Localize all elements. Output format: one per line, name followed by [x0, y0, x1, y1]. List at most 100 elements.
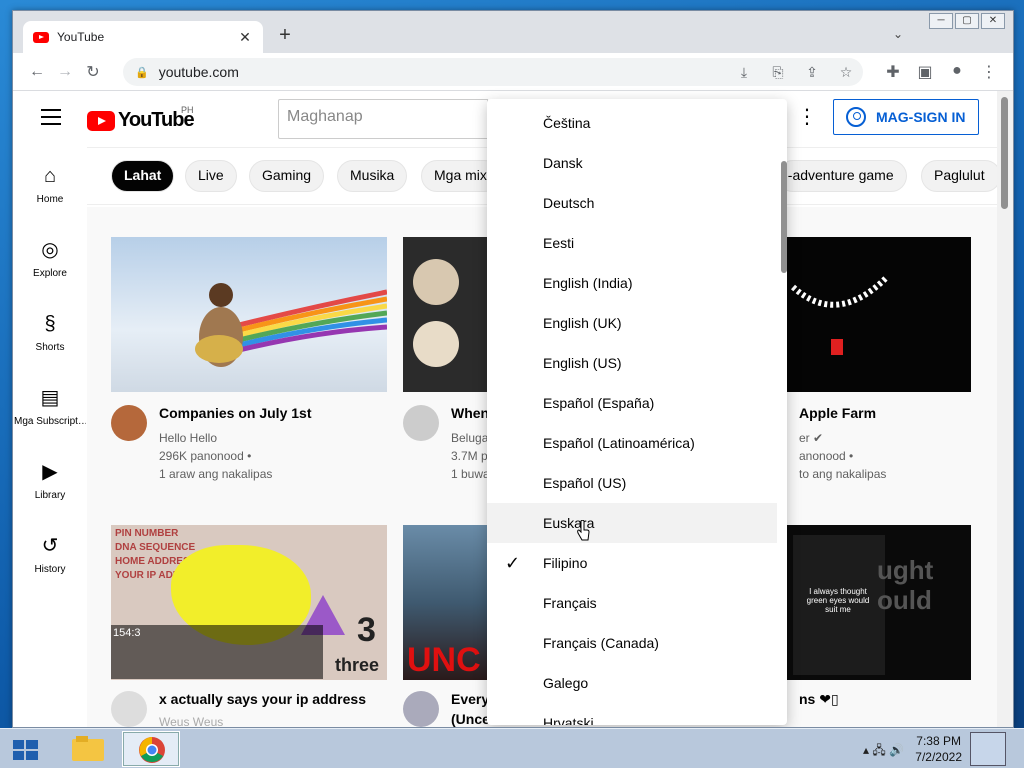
channel-avatar[interactable]	[403, 405, 439, 441]
windows-start-icon[interactable]	[12, 739, 40, 761]
video-title[interactable]: Companies on July 1st	[159, 405, 311, 421]
language-item-label: Filipino	[543, 555, 588, 571]
video-title[interactable]: ns ❤▯	[799, 691, 839, 708]
upload-age: 1 buwa	[451, 467, 490, 481]
sidebar-item-subscriptions[interactable]: ▤ Mga Subscript…	[13, 369, 87, 443]
user-avatar-icon[interactable]	[970, 732, 1006, 766]
chip-gaming[interactable]: Gaming	[249, 160, 325, 192]
channel-name[interactable]: Hello Hello	[159, 431, 217, 445]
language-item[interactable]: Español (Latinoamérica)	[487, 423, 777, 463]
language-item-selected[interactable]: ✓ Filipino	[487, 543, 777, 583]
language-item[interactable]: English (India)	[487, 263, 777, 303]
scrollbar-thumb[interactable]	[1001, 97, 1008, 209]
sidebar-label: Home	[36, 193, 64, 205]
language-item[interactable]: English (UK)	[487, 303, 777, 343]
language-item[interactable]: Français (Canada)	[487, 623, 777, 663]
taskbar-clock[interactable]: 7:38 PM 7/2/2022	[915, 733, 962, 765]
thumb-word: three	[335, 655, 380, 675]
language-item[interactable]: Español (España)	[487, 383, 777, 423]
chip-musika[interactable]: Musika	[337, 160, 408, 192]
language-item[interactable]: English (US)	[487, 343, 777, 383]
video-thumbnail[interactable]: ught ould I always thought green eyes wo…	[787, 525, 971, 680]
menu-scrollbar-thumb[interactable]	[781, 161, 787, 273]
tab-youtube[interactable]: YouTube ✕	[23, 21, 263, 53]
browser-toolbar: ← → ↻ 🔒 youtube.com ⤓ ⎘ ⇪ ☆ ✚ ▣ ● ⋮	[13, 53, 1013, 91]
video-title[interactable]: x actually says your ip address	[159, 691, 366, 707]
sidebar-item-home[interactable]: ⌂ Home	[13, 147, 87, 221]
reload-icon[interactable]: ↻	[79, 62, 107, 82]
sign-in-button[interactable]: MAG-SIGN IN	[833, 99, 979, 135]
chip-lahat[interactable]: Lahat	[111, 160, 175, 192]
profile-icon[interactable]: ●	[941, 62, 973, 82]
view-count: 3.7M p	[451, 449, 488, 463]
video-title[interactable]: When	[451, 405, 489, 421]
uncensored-text: UNC	[407, 641, 481, 679]
page-scrollbar[interactable]	[997, 91, 1013, 727]
checkmark-icon: ✓	[505, 553, 521, 573]
lock-icon[interactable]: 🔒	[135, 66, 149, 79]
shorts-icon: §	[44, 312, 56, 335]
video-title-line2[interactable]: (Unce	[451, 711, 490, 727]
address-bar[interactable]: 🔒 youtube.com ⤓ ⎘ ⇪ ☆	[123, 58, 863, 86]
channel-avatar[interactable]	[111, 405, 147, 441]
chip-live[interactable]: Live	[185, 160, 237, 192]
share-icon[interactable]: ⇪	[795, 64, 829, 81]
channel-name[interactable]: er ✔	[799, 431, 823, 445]
sidebar-label: Mga Subscript…	[14, 415, 86, 427]
video-thumbnail[interactable]	[111, 237, 387, 392]
language-item[interactable]: Dansk	[487, 143, 777, 183]
language-item[interactable]: Français	[487, 583, 777, 623]
language-item-hovered[interactable]: Euskara	[487, 503, 777, 543]
video-title[interactable]: Every	[451, 691, 489, 707]
forward-arrow-icon[interactable]: →	[51, 63, 79, 81]
hamburger-menu-icon[interactable]	[41, 109, 61, 127]
extensions-icon[interactable]: ✚	[877, 62, 909, 82]
video-title[interactable]: Apple Farm	[799, 405, 876, 421]
install-icon[interactable]: ⤓	[727, 64, 761, 81]
video-thumbnail[interactable]: PIN NUMBER DNA SEQUENCE HOME ADDRESS YOU…	[111, 525, 387, 680]
tab-close-icon[interactable]: ✕	[237, 29, 253, 46]
tab-search-chevron-icon[interactable]: ⌄	[893, 27, 903, 41]
sidebar-item-library[interactable]: ▶ Library	[13, 443, 87, 517]
minimize-button[interactable]: ─	[929, 13, 953, 29]
subscriptions-icon: ▤	[40, 386, 60, 409]
sidepanel-icon[interactable]: ▣	[909, 62, 941, 82]
maximize-button[interactable]: ▢	[955, 13, 979, 29]
sidebar-item-explore[interactable]: ◎ Explore	[13, 221, 87, 295]
sidebar-item-history[interactable]: ↺ History	[13, 517, 87, 591]
star-icon[interactable]: ☆	[829, 64, 863, 81]
back-arrow-icon[interactable]: ←	[23, 63, 51, 81]
chip-paglulut[interactable]: Paglulut	[921, 160, 999, 192]
new-tab-button[interactable]: +	[273, 25, 297, 45]
sidebar-label: History	[34, 563, 66, 575]
sidebar-item-shorts[interactable]: § Shorts	[13, 295, 87, 369]
language-item[interactable]: Español (US)	[487, 463, 777, 503]
thumb-number: 3	[357, 611, 376, 649]
youtube-favicon-icon	[33, 31, 49, 43]
system-tray-icons[interactable]: ▴ 🖧 🔊	[863, 741, 904, 762]
chrome-taskbar-button[interactable]	[122, 731, 180, 767]
language-item[interactable]: Hrvatski	[487, 703, 777, 725]
channel-name[interactable]: Weus Weus	[159, 715, 223, 727]
video-thumbnail[interactable]: UNC	[403, 525, 493, 680]
youtube-logo[interactable]: YouTube	[87, 109, 195, 132]
language-item[interactable]: Čeština	[487, 103, 777, 143]
language-item[interactable]: Galego	[487, 663, 777, 703]
search-input[interactable]: Maghanap	[278, 99, 488, 139]
video-thumbnail[interactable]	[403, 237, 493, 392]
channel-avatar[interactable]	[111, 691, 147, 727]
close-window-button[interactable]: ✕	[981, 13, 1005, 29]
language-item[interactable]: Eesti	[487, 223, 777, 263]
language-item[interactable]: Deutsch	[487, 183, 777, 223]
youtube-logo-icon	[87, 110, 115, 131]
translate-icon[interactable]: ⎘	[761, 64, 795, 81]
kebab-menu-icon[interactable]: ⋮	[973, 62, 1005, 82]
video-thumbnail[interactable]	[787, 237, 971, 392]
channel-avatar[interactable]	[403, 691, 439, 727]
chip-adventure-game[interactable]: n-adventure game	[777, 160, 907, 192]
settings-kebab-icon[interactable]: ⋮	[797, 107, 817, 127]
channel-name[interactable]: Beluga	[451, 431, 488, 445]
url-text[interactable]: youtube.com	[159, 64, 727, 80]
file-explorer-icon[interactable]	[68, 733, 108, 765]
sidebar-label: Shorts	[35, 341, 65, 353]
